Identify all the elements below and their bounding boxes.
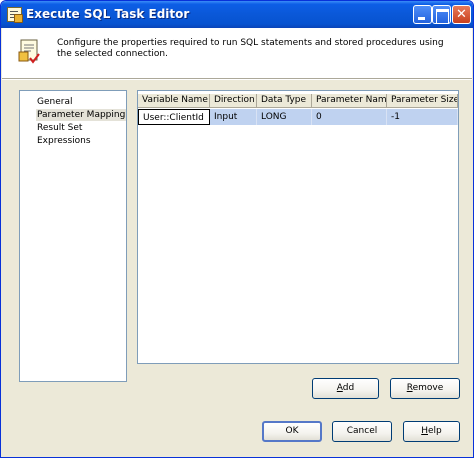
column-header-data-type[interactable]: Data Type (257, 94, 312, 108)
close-button[interactable]: ✕ (452, 5, 471, 24)
task-properties-icon (18, 38, 42, 66)
add-button[interactable]: Add (312, 378, 379, 399)
header-description: Configure the properties required to run… (57, 38, 444, 59)
help-button-label: elp (428, 426, 442, 436)
remove-button[interactable]: Remove (390, 378, 460, 399)
parameter-mapping-grid[interactable]: Variable Name Direction Data Type Parame… (137, 90, 459, 364)
column-header-direction[interactable]: Direction (210, 94, 257, 108)
header-separator (2, 78, 472, 80)
help-button[interactable]: Help (403, 421, 460, 442)
help-button-mnemonic: H (421, 426, 428, 436)
column-header-variable-name[interactable]: Variable Name (138, 94, 210, 108)
nav-item-parameter-mapping[interactable]: Parameter Mapping (36, 109, 127, 121)
maximize-button[interactable] (432, 5, 451, 24)
execute-sql-task-editor-window: Execute SQL Task Editor ✕ Configure the … (0, 0, 474, 458)
nav-item-expressions[interactable]: Expressions (36, 135, 92, 147)
cell-data-type[interactable]: LONG (257, 109, 312, 125)
column-header-parameter-size[interactable]: Parameter Size (387, 94, 458, 108)
remove-button-label: emove (412, 383, 444, 393)
window-title: Execute SQL Task Editor (26, 7, 190, 21)
minimize-button[interactable] (413, 5, 432, 24)
add-button-label: dd (342, 383, 355, 393)
close-icon: ✕ (456, 7, 467, 22)
title-bar[interactable]: Execute SQL Task Editor ✕ (1, 1, 473, 28)
header-panel: Configure the properties required to run… (2, 28, 472, 78)
nav-item-general[interactable]: General (36, 96, 73, 108)
page-navigation-list[interactable]: General Parameter Mapping Result Set Exp… (19, 90, 127, 382)
cell-parameter-size[interactable]: -1 (387, 109, 458, 125)
table-row[interactable]: User::ClientId Input LONG 0 -1 (138, 109, 458, 125)
cancel-button[interactable]: Cancel (332, 421, 392, 442)
column-header-parameter-name[interactable]: Parameter Name (312, 94, 387, 108)
ok-button[interactable]: OK (262, 421, 322, 442)
execute-sql-task-icon (7, 7, 23, 23)
nav-item-result-set[interactable]: Result Set (36, 122, 83, 134)
cell-parameter-name[interactable]: 0 (312, 109, 387, 125)
cell-direction[interactable]: Input (210, 109, 257, 125)
cell-variable-name[interactable]: User::ClientId (138, 109, 210, 125)
